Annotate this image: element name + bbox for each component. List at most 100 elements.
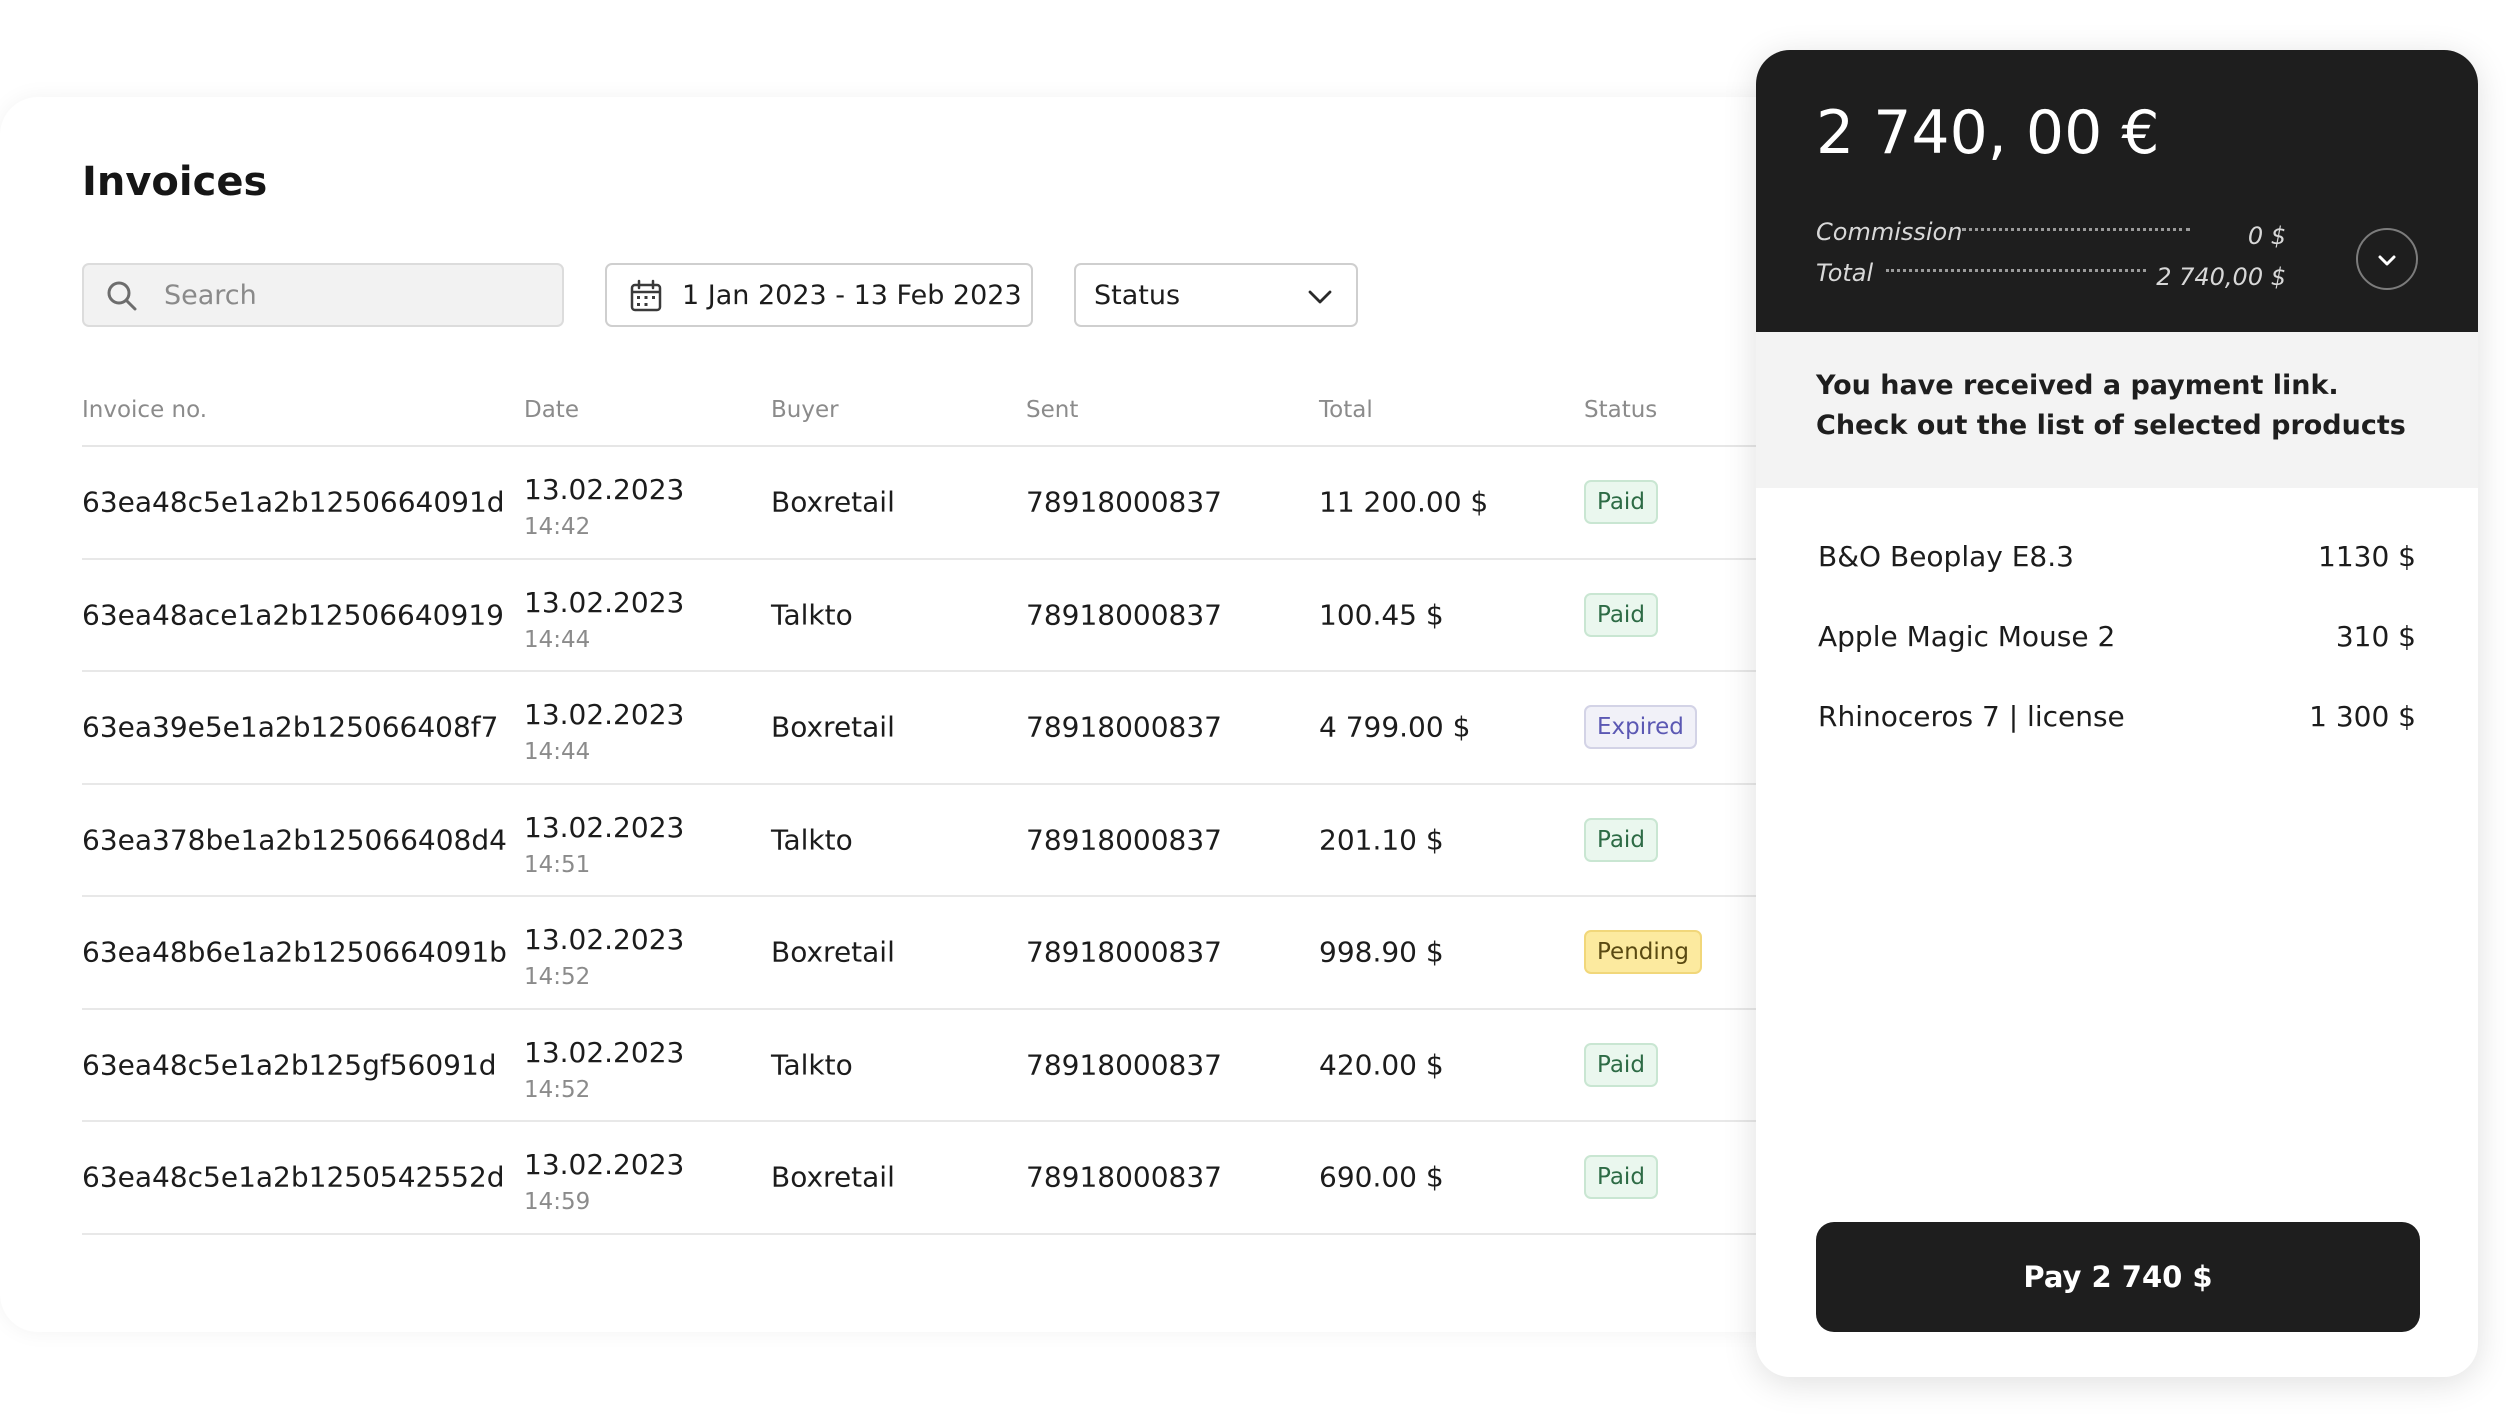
- product-name: Apple Magic Mouse 2: [1818, 620, 2116, 653]
- invoice-date: 13.02.2023: [524, 1148, 685, 1181]
- payment-panel: 2 740, 00 € Commission 0 $ Total 2 740,0…: [1756, 50, 2478, 1377]
- invoice-total: 4 799.00 $: [1319, 710, 1471, 744]
- list-item: Apple Magic Mouse 2 310 $: [1816, 620, 2416, 700]
- invoice-id: 63ea48c5e1a2b125gf56091d: [82, 1048, 497, 1082]
- invoice-buyer: Boxretail: [771, 1160, 895, 1194]
- payment-amount: 2 740, 00 €: [1816, 98, 2160, 168]
- dot-leader: [1962, 228, 2190, 231]
- pay-button[interactable]: Pay 2 740 $: [1816, 1222, 2420, 1332]
- invoice-id: 63ea48c5e1a2b1250542552d: [82, 1160, 505, 1194]
- notice-line-2: Check out the list of selected products: [1816, 410, 2406, 441]
- expand-summary-button[interactable]: [2356, 228, 2418, 290]
- invoice-buyer: Boxretail: [771, 710, 895, 744]
- invoice-id: 63ea48ace1a2b12506640919: [82, 598, 504, 632]
- invoice-date: 13.02.2023: [524, 698, 685, 731]
- column-header-status[interactable]: Status: [1584, 397, 1657, 423]
- date-range-label: 1 Jan 2023 - 13 Feb 2023: [682, 280, 1022, 311]
- product-list: B&O Beoplay E8.3 1130 $ Apple Magic Mous…: [1816, 540, 2416, 780]
- table-row[interactable]: 63ea39e5e1a2b125066408f7 13.02.2023 14:4…: [82, 672, 1800, 785]
- calendar-icon: [629, 279, 663, 313]
- invoice-total: 690.00 $: [1319, 1160, 1444, 1194]
- product-name: B&O Beoplay E8.3: [1818, 540, 2074, 573]
- invoice-sent: 78918000837: [1026, 823, 1222, 857]
- invoice-time: 14:44: [524, 626, 591, 653]
- dot-leader: [1886, 269, 2146, 272]
- invoice-total: 11 200.00 $: [1319, 485, 1489, 519]
- status-filter-label: Status: [1094, 280, 1181, 311]
- commission-label: Commission: [1816, 218, 1963, 246]
- search-box[interactable]: [82, 263, 564, 327]
- table-row[interactable]: 63ea48c5e1a2b125gf56091d 13.02.2023 14:5…: [82, 1010, 1800, 1122]
- invoice-time: 14:52: [524, 1076, 591, 1103]
- invoice-time: 14:44: [524, 739, 591, 765]
- invoice-sent: 78918000837: [1026, 1048, 1222, 1082]
- invoice-buyer: Talkto: [771, 598, 853, 632]
- date-range-picker[interactable]: 1 Jan 2023 - 13 Feb 2023: [605, 263, 1033, 327]
- status-badge: Paid: [1584, 1155, 1658, 1200]
- invoice-sent: 78918000837: [1026, 598, 1222, 632]
- column-header-sent[interactable]: Sent: [1026, 397, 1078, 423]
- table-header: Invoice no. Date Buyer Sent Total Status: [82, 397, 1800, 447]
- status-badge: Pending: [1584, 930, 1702, 975]
- invoice-total: 998.90 $: [1319, 935, 1444, 969]
- invoice-total: 100.45 $: [1319, 598, 1444, 632]
- product-price: 1130 $: [2318, 540, 2416, 573]
- page-title: Invoices: [82, 159, 268, 205]
- column-header-buyer[interactable]: Buyer: [771, 397, 839, 423]
- product-price: 310 $: [2335, 620, 2416, 653]
- invoice-id: 63ea39e5e1a2b125066408f7: [82, 710, 499, 744]
- table-row[interactable]: 63ea48b6e1a2b1250664091b 13.02.2023 14:5…: [82, 897, 1800, 1010]
- list-item: Rhinoceros 7 | license 1 300 $: [1816, 700, 2416, 780]
- invoice-date: 13.02.2023: [524, 473, 685, 506]
- search-input[interactable]: [162, 271, 542, 319]
- total-row: Total 2 740,00 $: [1816, 259, 2286, 299]
- payment-link-notice: You have received a payment link. Check …: [1756, 332, 2478, 488]
- invoice-sent: 78918000837: [1026, 485, 1222, 519]
- total-label: Total: [1816, 259, 1874, 287]
- invoice-time: 14:42: [524, 514, 591, 540]
- status-badge: Expired: [1584, 705, 1697, 750]
- invoice-id: 63ea378be1a2b125066408d4: [82, 823, 507, 857]
- invoice-sent: 78918000837: [1026, 935, 1222, 969]
- commission-value: 0 $: [2247, 222, 2286, 250]
- invoice-buyer: Boxretail: [771, 935, 895, 969]
- column-header-invoice-no[interactable]: Invoice no.: [82, 397, 207, 423]
- table-row[interactable]: 63ea48c5e1a2b1250542552d 13.02.2023 14:5…: [82, 1122, 1800, 1235]
- status-badge: Paid: [1584, 480, 1658, 525]
- notice-line-1: You have received a payment link.: [1816, 370, 2339, 401]
- invoice-sent: 78918000837: [1026, 1160, 1222, 1194]
- invoice-buyer: Talkto: [771, 823, 853, 857]
- invoice-sent: 78918000837: [1026, 710, 1222, 744]
- invoice-date: 13.02.2023: [524, 810, 685, 844]
- invoice-date: 13.02.2023: [524, 923, 685, 956]
- invoice-date: 13.02.2023: [524, 1035, 685, 1069]
- total-value: 2 740,00 $: [2156, 263, 2286, 291]
- invoice-time: 14:51: [524, 851, 591, 878]
- invoice-date: 13.02.2023: [524, 585, 685, 619]
- table-row[interactable]: 63ea378be1a2b125066408d4 13.02.2023 14:5…: [82, 785, 1800, 897]
- table-row[interactable]: 63ea48ace1a2b12506640919 13.02.2023 14:4…: [82, 560, 1800, 672]
- commission-row: Commission 0 $: [1816, 218, 2286, 258]
- invoices-card: Invoices 1 Jan 2023 - 13 Feb 2023: [0, 97, 1800, 1332]
- invoice-buyer: Boxretail: [771, 485, 895, 519]
- status-badge: Paid: [1584, 817, 1658, 862]
- invoice-total: 420.00 $: [1319, 1048, 1444, 1082]
- product-price: 1 300 $: [2309, 700, 2416, 733]
- table-row[interactable]: 63ea48c5e1a2b1250664091d 13.02.2023 14:4…: [82, 447, 1800, 560]
- column-header-total[interactable]: Total: [1319, 397, 1373, 423]
- status-badge: Paid: [1584, 1042, 1658, 1087]
- invoice-time: 14:52: [524, 964, 591, 990]
- status-badge: Paid: [1584, 592, 1658, 637]
- payment-summary-header: 2 740, 00 € Commission 0 $ Total 2 740,0…: [1756, 50, 2478, 332]
- chevron-down-icon: [1306, 283, 1334, 311]
- invoice-buyer: Talkto: [771, 1048, 853, 1082]
- status-filter-dropdown[interactable]: Status: [1074, 263, 1358, 327]
- invoice-time: 14:59: [524, 1189, 591, 1215]
- invoice-id: 63ea48c5e1a2b1250664091d: [82, 485, 505, 519]
- invoice-table-body: 63ea48c5e1a2b1250664091d 13.02.2023 14:4…: [82, 447, 1800, 1235]
- column-header-date[interactable]: Date: [524, 397, 579, 423]
- search-icon: [104, 278, 140, 314]
- chevron-down-icon: [2378, 255, 2396, 266]
- invoice-total: 201.10 $: [1319, 823, 1444, 857]
- product-name: Rhinoceros 7 | license: [1818, 700, 2125, 733]
